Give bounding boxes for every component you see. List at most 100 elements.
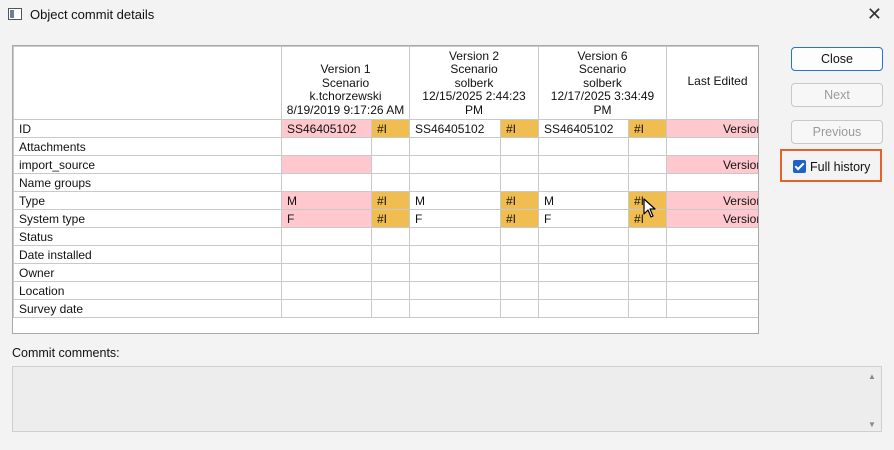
cell-value[interactable] (409, 155, 501, 174)
cell-value[interactable] (281, 263, 372, 282)
table-row[interactable]: Owner (13, 263, 758, 282)
cell-value[interactable] (409, 137, 501, 156)
column-header-last-edited[interactable]: Last Edited (666, 46, 758, 120)
table-row[interactable]: ID SS46405102 #I SS46405102 #I SS4640510… (13, 119, 758, 138)
cell-flag[interactable] (371, 263, 410, 282)
scroll-up-arrow-icon[interactable]: ▲ (868, 372, 876, 381)
cell-value[interactable] (281, 227, 372, 246)
cell-flag[interactable] (500, 281, 539, 300)
cell-value[interactable]: M (538, 191, 629, 210)
cell-value[interactable] (538, 245, 629, 264)
cell-flag[interactable] (371, 137, 410, 156)
cell-value[interactable]: SS46405102 (281, 119, 372, 138)
cell-last-edited[interactable] (666, 299, 758, 318)
cell-last-edited[interactable] (666, 263, 758, 282)
cell-flag[interactable] (371, 245, 410, 264)
cell-flag[interactable] (628, 245, 667, 264)
commit-grid[interactable]: Version 1 Scenario k.tchorzewski 8/19/2019 … (12, 45, 759, 334)
cell-last-edited[interactable]: Version (666, 191, 758, 210)
cell-flag[interactable] (500, 173, 539, 192)
table-row[interactable]: Name groups (13, 173, 758, 192)
cell-last-edited[interactable] (666, 245, 758, 264)
cell-flag[interactable] (371, 155, 410, 174)
cell-value[interactable] (409, 299, 501, 318)
cell-value[interactable] (409, 281, 501, 300)
full-history-label[interactable]: Full history (810, 160, 870, 174)
cell-value[interactable]: SS46405102 (538, 119, 629, 138)
column-header-version-2[interactable]: Version 2 Scenario solberk 12/15/2025 2:44:… (409, 46, 539, 120)
table-row[interactable]: Status (13, 227, 758, 246)
cell-value[interactable] (538, 299, 629, 318)
table-row[interactable]: Date installed (13, 245, 758, 264)
cell-value[interactable] (409, 227, 501, 246)
cell-value[interactable] (281, 281, 372, 300)
cell-value[interactable]: F (281, 209, 372, 228)
full-history-checkbox[interactable] (793, 160, 806, 173)
cell-value[interactable] (409, 173, 501, 192)
cell-flag[interactable] (628, 137, 667, 156)
table-row[interactable]: Attachments (13, 137, 758, 156)
previous-button[interactable]: Previous (791, 120, 883, 144)
cell-flag[interactable] (500, 245, 539, 264)
cell-flag[interactable] (500, 227, 539, 246)
cell-flag[interactable] (628, 263, 667, 282)
table-row[interactable]: import_source Version (13, 155, 758, 174)
cell-flag[interactable] (500, 155, 539, 174)
cell-value[interactable] (538, 173, 629, 192)
cell-flag[interactable] (371, 299, 410, 318)
window-title: Object commit details (30, 7, 155, 22)
cell-flag[interactable] (500, 137, 539, 156)
cell-flag[interactable] (628, 281, 667, 300)
commit-comments-textarea[interactable] (12, 366, 882, 432)
cell-last-edited[interactable]: Version (666, 119, 758, 138)
cell-flag[interactable] (628, 227, 667, 246)
cell-last-edited[interactable] (666, 173, 758, 192)
cell-value[interactable] (281, 137, 372, 156)
column-header-version-6[interactable]: Version 6 Scenario solberk 12/17/2025 3:34:… (538, 46, 667, 120)
cell-flag[interactable] (371, 173, 410, 192)
cell-value[interactable]: M (281, 191, 372, 210)
cell-flag[interactable]: #I (371, 209, 410, 228)
next-button[interactable]: Next (791, 83, 883, 107)
cell-flag[interactable]: #I (500, 191, 539, 210)
cell-value[interactable]: SS46405102 (409, 119, 501, 138)
cell-flag[interactable] (628, 155, 667, 174)
cell-flag[interactable] (628, 173, 667, 192)
cell-value[interactable]: F (538, 209, 629, 228)
column-header-version-1[interactable]: Version 1 Scenario k.tchorzewski 8/19/2019 … (281, 46, 410, 120)
close-window-icon[interactable]: ✕ (867, 4, 882, 25)
table-row[interactable]: Survey date (13, 299, 758, 318)
corner-header (13, 46, 282, 120)
cell-flag[interactable] (500, 299, 539, 318)
cell-value[interactable] (538, 137, 629, 156)
cell-flag[interactable] (500, 263, 539, 282)
cell-last-edited[interactable]: Version (666, 209, 758, 228)
cell-value[interactable] (281, 299, 372, 318)
cell-last-edited[interactable] (666, 137, 758, 156)
cell-value[interactable] (281, 155, 372, 174)
cell-value[interactable]: F (409, 209, 501, 228)
cell-value[interactable] (281, 245, 372, 264)
cell-value[interactable] (409, 263, 501, 282)
close-button[interactable]: Close (791, 47, 883, 71)
cell-last-edited[interactable] (666, 227, 758, 246)
cell-value[interactable] (538, 227, 629, 246)
cell-value[interactable] (409, 245, 501, 264)
cell-flag[interactable]: #I (371, 191, 410, 210)
scroll-down-arrow-icon[interactable]: ▼ (868, 420, 876, 429)
cell-value[interactable] (538, 281, 629, 300)
cell-flag[interactable]: #I (628, 119, 667, 138)
table-row[interactable]: Location (13, 281, 758, 300)
cell-value[interactable] (281, 173, 372, 192)
cell-flag[interactable]: #I (371, 119, 410, 138)
cell-flag[interactable]: #I (500, 119, 539, 138)
cell-flag[interactable] (628, 299, 667, 318)
cell-last-edited[interactable] (666, 281, 758, 300)
cell-flag[interactable]: #I (500, 209, 539, 228)
cell-flag[interactable] (371, 227, 410, 246)
cell-value[interactable] (538, 155, 629, 174)
cell-value[interactable] (538, 263, 629, 282)
cell-flag[interactable] (371, 281, 410, 300)
cell-last-edited[interactable]: Version (666, 155, 758, 174)
cell-value[interactable]: M (409, 191, 501, 210)
